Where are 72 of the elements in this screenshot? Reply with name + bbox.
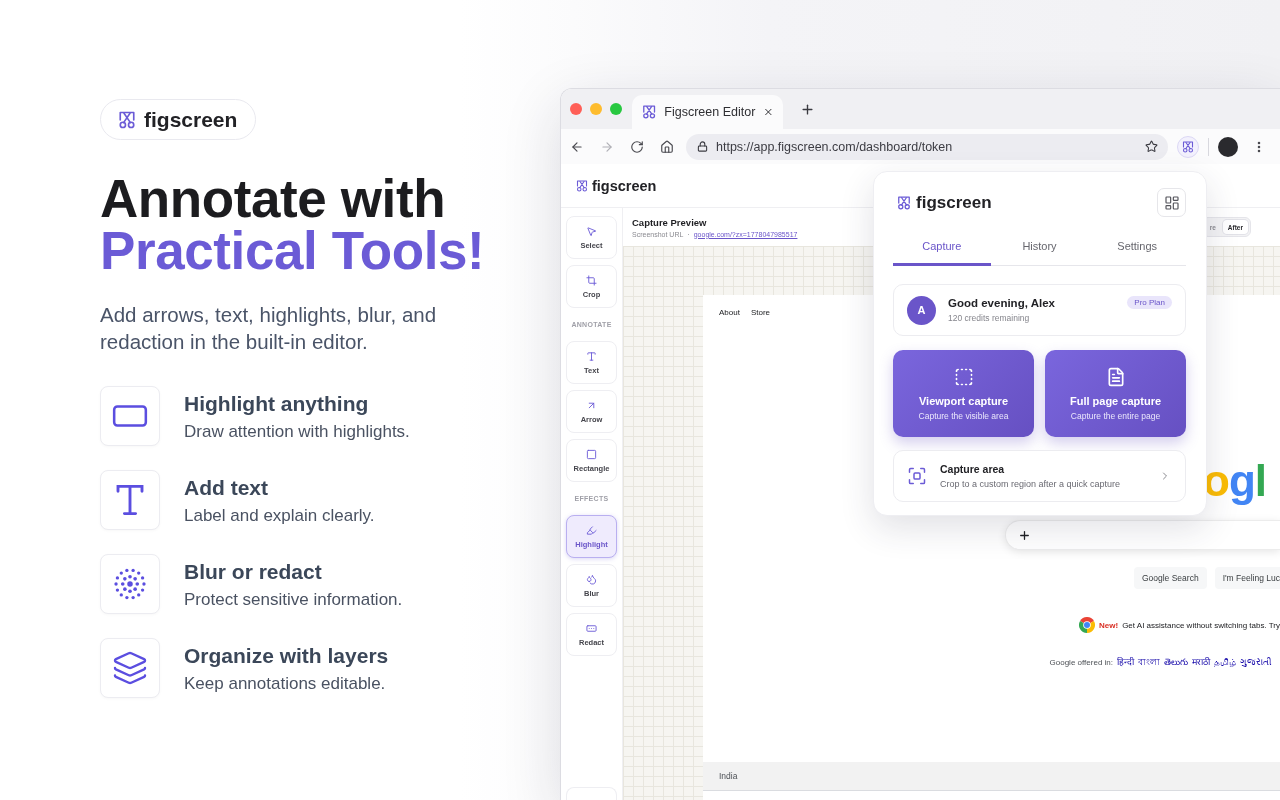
language-link[interactable]: हिन्दी <box>1117 655 1134 668</box>
star-icon[interactable] <box>1145 140 1158 153</box>
headline-accent: Practical Tools! <box>100 225 485 277</box>
scan-frame-icon <box>908 467 926 485</box>
new-label: New! <box>1099 620 1119 630</box>
plus-icon[interactable] <box>800 101 815 117</box>
address-field[interactable]: https://app.figscreen.com/dashboard/token <box>686 133 1168 160</box>
avatar-initial: A <box>907 295 936 325</box>
scissors-icon[interactable] <box>1177 135 1199 158</box>
avatar-icon[interactable] <box>1218 136 1238 157</box>
lock-icon <box>697 141 708 152</box>
headline: Annotate with <box>100 173 446 225</box>
capture-area-button[interactable]: Capture area Crop to a custom region after a quick capture <box>893 450 1186 502</box>
plus-icon[interactable] <box>1018 528 1031 542</box>
crop-icon <box>586 274 597 286</box>
popup-tab[interactable]: Capture <box>893 233 991 266</box>
preview-title: Capture Preview <box>632 216 707 228</box>
search-field[interactable] <box>1005 520 1280 550</box>
text-icon <box>586 350 597 362</box>
credits-text: 120 credits remaining <box>948 313 1030 323</box>
scissors-icon <box>118 110 136 129</box>
scissors-icon <box>897 195 911 210</box>
serif-t-icon <box>100 470 160 530</box>
feature-description: Keep annotations editable. <box>184 673 386 695</box>
greeting-text: Good evening, Alex <box>948 297 1055 309</box>
feeling-lucky-button[interactable]: I'm Feeling Luc <box>1214 567 1280 589</box>
feature-title: Organize with layers <box>184 643 389 669</box>
layers-icon <box>100 638 160 698</box>
browser-tab[interactable]: Figscreen Editor <box>632 95 783 129</box>
round-logo-icon <box>1079 617 1095 633</box>
feature-title: Add text <box>184 475 268 501</box>
language-link[interactable]: தமிழ் <box>1214 657 1236 668</box>
grid-icon <box>1163 194 1180 211</box>
feature-description: Draw attention with highlights. <box>184 421 410 443</box>
feature-title: Highlight anything <box>184 391 369 417</box>
dashed-square-icon <box>953 366 974 387</box>
popup-tab[interactable]: Settings <box>1088 233 1186 266</box>
language-link[interactable]: मराठी <box>1192 655 1210 668</box>
capture-option-button[interactable]: Full page capture Capture the entire page <box>1045 350 1186 437</box>
nav-link[interactable]: About <box>719 308 740 317</box>
scissors-icon <box>642 104 657 120</box>
brand-name: figscreen <box>144 107 238 132</box>
language-link[interactable]: తెలుగు <box>1164 657 1188 669</box>
home-icon[interactable] <box>660 139 674 154</box>
feature-description: Label and explain clearly. <box>184 505 375 527</box>
language-link[interactable]: ગુજરાતી <box>1240 657 1272 668</box>
brand-name: figscreen <box>916 192 992 213</box>
plan-badge: Pro Plan <box>1127 296 1172 309</box>
feature-title: Blur or redact <box>184 559 322 585</box>
reload-icon[interactable] <box>630 139 644 154</box>
square-icon <box>586 448 597 460</box>
offered-in-label: Google offered in: <box>1049 658 1113 667</box>
country-text: India <box>719 771 738 781</box>
subtitle-text: Add arrows, text, highlights, blur, and redaction in the built-in editor. <box>100 302 438 355</box>
brand-name: figscreen <box>592 177 657 194</box>
popup-tab[interactable]: History <box>990 233 1089 266</box>
back-icon[interactable] <box>570 139 584 154</box>
search-button[interactable]: Google Search <box>1133 567 1207 589</box>
close-icon[interactable] <box>763 106 774 118</box>
window-close-icon[interactable] <box>570 103 582 115</box>
nav-link[interactable]: Store <box>750 308 771 317</box>
grid-menu-button[interactable] <box>1157 188 1186 217</box>
language-link[interactable]: বাংলা <box>1138 655 1160 670</box>
rectangle-icon <box>100 386 160 446</box>
scissors-icon <box>576 179 588 192</box>
dotted-rectangle-icon <box>586 622 597 634</box>
capture-option-button[interactable]: Viewport capture Capture the visible area <box>893 350 1034 437</box>
pointer-icon <box>586 225 597 237</box>
highlighter-icon <box>586 524 597 536</box>
droplets-icon <box>586 573 597 585</box>
promo-text: Get AI assistance without switching tabs. Try <box>1122 620 1280 630</box>
feature-description: Protect sensitive information. <box>184 589 403 611</box>
